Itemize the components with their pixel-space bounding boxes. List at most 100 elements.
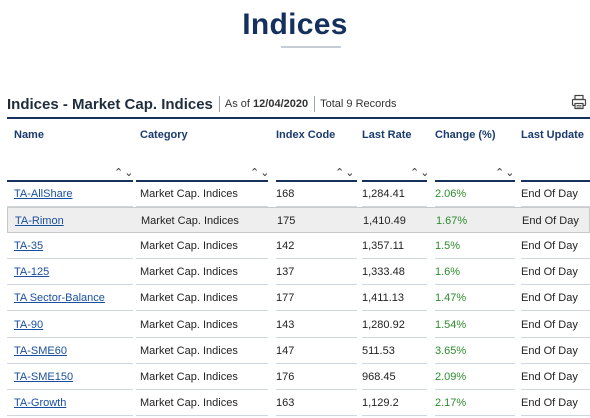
row-divider <box>435 415 515 416</box>
cell-index-code: 143 <box>276 319 295 331</box>
table-row[interactable]: TA-SME150 Market Cap. Indices 176 968.45 2.0… <box>7 364 590 390</box>
row-divider <box>276 310 357 311</box>
cell-change: 1.5% <box>435 240 461 252</box>
cell-last-rate: 1,129.2 <box>362 397 399 409</box>
as-of-date: 12/04/2020 <box>253 98 309 110</box>
page-title: Indices <box>242 8 348 41</box>
cell-last-update: End Of Day <box>521 266 578 278</box>
sort-name-icon[interactable]: ⌃⌄ <box>114 166 134 179</box>
cell-category: Market Cap. Indices <box>140 292 238 304</box>
cell-last-update: End Of Day <box>521 319 578 331</box>
cell-last-rate: 1,284.41 <box>362 188 405 200</box>
sort-index-code-icon[interactable]: ⌃⌄ <box>335 166 355 179</box>
table-row[interactable]: TA Sector-Balance Market Cap. Indices 177 1… <box>7 285 590 311</box>
index-link[interactable]: TA-125 <box>14 266 49 278</box>
index-link[interactable]: TA-Growth <box>14 397 66 409</box>
cell-change: 1.67% <box>436 215 468 227</box>
cell-category: Market Cap. Indices <box>140 345 238 357</box>
table-row[interactable]: TA-Growth Market Cap. Indices 163 1,129.2 2.… <box>7 390 590 416</box>
section-header: Indices - Market Cap. Indices As of 12/0… <box>7 94 587 114</box>
index-link[interactable]: TA-SME150 <box>14 371 73 383</box>
cell-category: Market Cap. Indices <box>140 188 238 200</box>
cell-last-update: End Of Day <box>521 345 578 357</box>
index-link[interactable]: TA-35 <box>14 240 43 252</box>
cell-change: 3.65% <box>435 345 467 357</box>
cell-last-rate: 511.53 <box>362 345 395 357</box>
cell-name[interactable]: TA-AllShare <box>14 181 72 207</box>
column-header-index-code[interactable]: Index Code <box>276 129 335 141</box>
cell-category: Market Cap. Indices <box>141 215 239 227</box>
table-row[interactable]: TA-Rimon Market Cap. Indices 175 1,410.49 1.… <box>7 207 590 233</box>
header-divider <box>218 96 220 112</box>
row-divider <box>276 415 357 416</box>
row-divider <box>7 310 133 311</box>
cell-index-code: 175 <box>277 215 296 227</box>
cell-name[interactable]: TA-SME60 <box>14 338 67 364</box>
cell-last-rate: 1,357.11 <box>362 240 405 252</box>
row-divider <box>521 310 590 311</box>
cell-category: Market Cap. Indices <box>140 266 238 278</box>
cell-index-code: 168 <box>276 188 295 200</box>
cell-category: Market Cap. Indices <box>140 319 238 331</box>
cell-name[interactable]: TA Sector-Balance <box>14 285 105 311</box>
cell-last-update: End Of Day <box>521 292 578 304</box>
index-link[interactable]: TA-Rimon <box>15 215 64 227</box>
cell-change: 1.47% <box>435 292 467 304</box>
index-link[interactable]: TA-AllShare <box>14 188 72 200</box>
cell-last-update: End Of Day <box>521 371 578 383</box>
cell-last-update: End Of Day <box>521 188 578 200</box>
row-divider <box>362 310 427 311</box>
cell-change: 2.17% <box>435 397 467 409</box>
table-row[interactable]: TA-125 Market Cap. Indices 137 1,333.48 1.6%… <box>7 259 590 285</box>
cell-index-code: 177 <box>276 292 295 304</box>
cell-name[interactable]: TA-90 <box>14 312 43 338</box>
row-divider <box>362 415 427 416</box>
records-count: Total 9 Records <box>320 98 397 110</box>
sort-category-icon[interactable]: ⌃⌄ <box>250 166 270 179</box>
cell-index-code: 163 <box>276 397 295 409</box>
cell-last-rate: 1,411.13 <box>362 292 405 304</box>
title-underline <box>281 46 341 48</box>
cell-name[interactable]: TA-125 <box>14 259 49 285</box>
cell-category: Market Cap. Indices <box>140 397 238 409</box>
column-header-category[interactable]: Category <box>140 129 188 141</box>
index-link[interactable]: TA Sector-Balance <box>14 292 105 304</box>
cell-category: Market Cap. Indices <box>140 371 238 383</box>
cell-change: 2.09% <box>435 371 467 383</box>
row-divider <box>136 310 268 311</box>
cell-category: Market Cap. Indices <box>140 240 238 252</box>
row-divider <box>136 415 268 416</box>
table-row[interactable]: TA-AllShare Market Cap. Indices 168 1,284.4… <box>7 181 590 207</box>
cell-last-rate: 968.45 <box>362 371 396 383</box>
cell-index-code: 176 <box>276 371 295 383</box>
as-of-label: As of <box>224 98 250 110</box>
cell-name[interactable]: TA-SME150 <box>14 364 73 390</box>
cell-change: 1.54% <box>435 319 467 331</box>
cell-index-code: 137 <box>276 266 295 278</box>
cell-last-update: End Of Day <box>522 215 579 227</box>
column-header-last-update[interactable]: Last Update <box>521 129 584 141</box>
cell-change: 2.06% <box>435 188 467 200</box>
column-header-change[interactable]: Change (%) <box>435 129 496 141</box>
cell-name[interactable]: TA-Growth <box>14 390 66 416</box>
cell-last-rate: 1,410.49 <box>363 215 406 227</box>
table-row[interactable]: TA-35 Market Cap. Indices 142 1,357.11 1.5% E… <box>7 233 590 259</box>
cell-name[interactable]: TA-35 <box>14 233 43 259</box>
cell-name[interactable]: TA-Rimon <box>15 208 64 234</box>
sort-change-icon[interactable]: ⌃⌄ <box>495 166 515 179</box>
table-row[interactable]: TA-SME60 Market Cap. Indices 147 511.53 3.65… <box>7 338 590 364</box>
table-row[interactable]: TA-90 Market Cap. Indices 143 1,280.92 1.54%… <box>7 312 590 338</box>
cell-index-code: 142 <box>276 240 295 252</box>
cell-change: 1.6% <box>435 266 461 278</box>
header-divider <box>314 96 316 112</box>
index-link[interactable]: TA-SME60 <box>14 345 67 357</box>
print-icon[interactable] <box>571 94 587 110</box>
sort-last-rate-icon[interactable]: ⌃⌄ <box>410 166 430 179</box>
section-title: Indices - Market Cap. Indices <box>7 95 213 113</box>
column-header-name[interactable]: Name <box>14 129 44 141</box>
column-header-last-rate[interactable]: Last Rate <box>362 129 412 141</box>
row-divider <box>7 415 133 416</box>
index-link[interactable]: TA-90 <box>14 319 43 331</box>
row-divider <box>435 310 515 311</box>
as-of-text: As of 12/04/2020 <box>225 98 308 110</box>
